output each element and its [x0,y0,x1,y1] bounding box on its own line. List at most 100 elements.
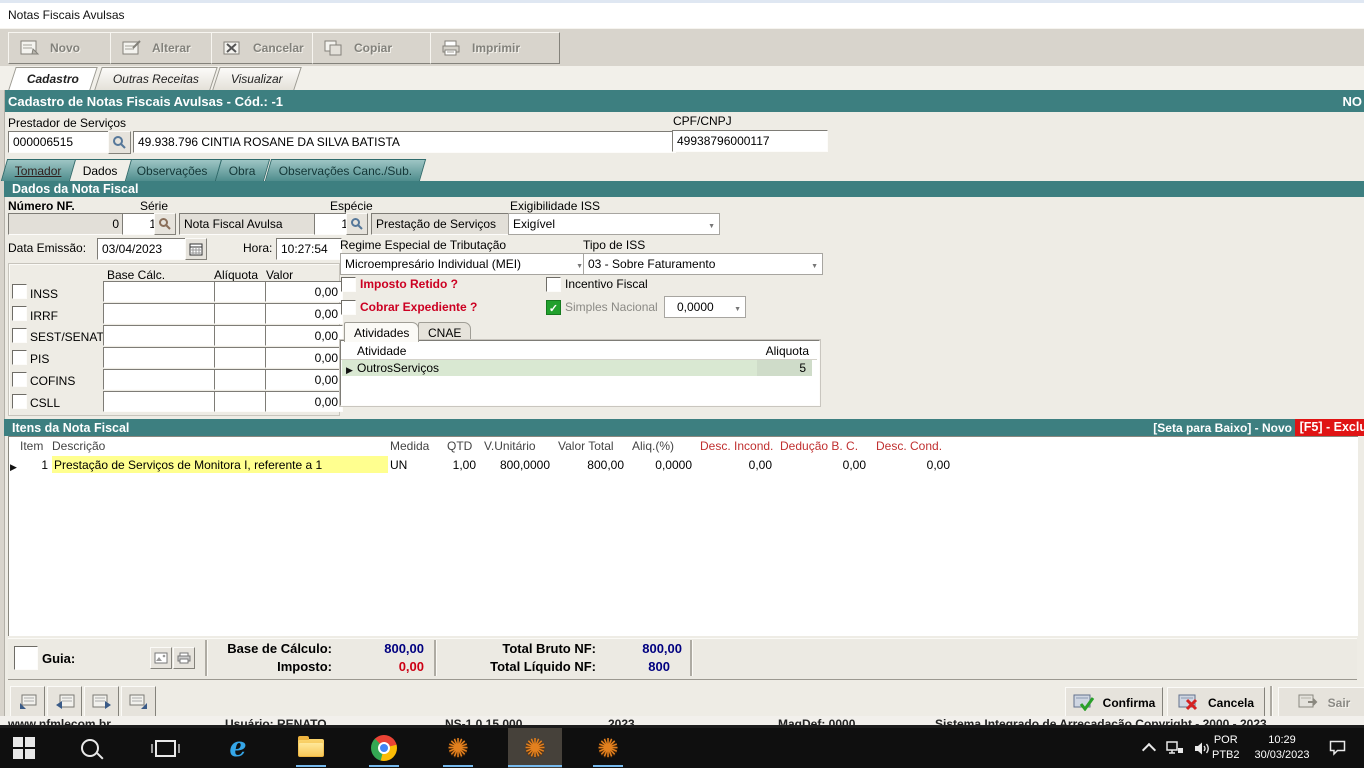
irrf-base-field[interactable] [103,303,221,324]
taskbar-search-button[interactable] [66,728,114,768]
item-cell-medida[interactable]: UN [390,456,442,473]
sest-senat-base-field[interactable] [103,325,221,346]
tab-cnae[interactable]: CNAE [418,322,471,342]
cpf-label: CPF/CNPJ [673,114,732,128]
cofins-valor-field[interactable]: 0,00 [265,369,343,390]
item-cell-deducao-bc[interactable]: 0,00 [776,456,866,473]
especie-search-button[interactable] [346,213,368,235]
tab-dados[interactable]: Dados [69,159,132,181]
pis-valor-field[interactable]: 0,00 [265,347,343,368]
item-cell-aliq[interactable]: 0,0000 [628,456,692,473]
tab-observacoes-canc-sub[interactable]: Observações Canc./Sub. [265,159,427,181]
task-view-button[interactable] [141,728,189,768]
incentivo-fiscal-checkbox[interactable] [546,277,561,292]
csll-checkbox[interactable] [12,394,27,409]
item-cell-numero[interactable]: 1 [18,456,48,473]
sest-senat-checkbox[interactable] [12,328,27,343]
fiscal-app-2-button[interactable] [511,728,559,768]
fiscal-app-1-button[interactable] [434,728,482,768]
cpf-field[interactable]: 49938796000117 [672,130,828,152]
hora-field[interactable]: 10:27:54 [276,238,342,260]
cancela-button[interactable]: Cancela [1167,687,1265,718]
tab-cadastro[interactable]: Cadastro [8,67,97,90]
tab-atividades[interactable]: Atividades [344,322,419,342]
sest-senat-valor-field[interactable]: 0,00 [265,325,343,346]
sair-button[interactable]: Sair [1278,687,1364,718]
prestador-search-button[interactable] [108,131,131,154]
imposto-retido-checkbox[interactable] [341,277,356,292]
imprimir-button[interactable]: Imprimir [430,32,560,64]
imposto-retido-label: Imposto Retido ? [360,277,458,291]
item-cell-v-unitario[interactable]: 800,0000 [478,456,550,473]
chrome-button[interactable] [360,728,408,768]
nav-last-button[interactable] [121,686,156,718]
copiar-button[interactable]: Copiar [312,32,432,64]
cofins-checkbox[interactable] [12,372,27,387]
serie-search-button[interactable] [154,213,176,235]
prestador-name-field[interactable]: 49.938.796 CINTIA ROSANE DA SILVA BATIST… [133,131,676,153]
simples-aliquota-select[interactable]: 0,0000 [664,296,746,318]
csll-base-field[interactable] [103,391,221,412]
notification-center-button[interactable] [1318,728,1358,768]
nav-next-button[interactable] [84,686,119,718]
hint-excluir: [F5] - Exclu [1295,419,1364,436]
network-tray-button[interactable] [1160,728,1190,768]
nav-prev-button[interactable] [47,686,82,718]
tab-visualizar[interactable]: Visualizar [212,67,301,90]
confirma-button[interactable]: Confirma [1065,687,1163,718]
incentivo-fiscal-label: Incentivo Fiscal [565,277,648,291]
sest-senat-aliquota-field[interactable] [214,325,272,346]
inss-aliquota-field[interactable] [214,281,272,302]
csll-valor-field[interactable]: 0,00 [265,391,343,412]
pis-base-field[interactable] [103,347,221,368]
language-indicator[interactable]: POR PTB2 [1212,733,1240,763]
irrf-checkbox[interactable] [12,306,27,321]
especie-desc-field[interactable]: Prestação de Serviços [371,213,513,235]
fiscal-app-3-button[interactable] [584,728,632,768]
serie-label: Série [140,199,168,213]
aliquota-col-header: Aliquota [766,344,809,358]
inss-base-field[interactable] [103,281,221,302]
nav-first-button[interactable] [10,686,45,718]
tab-outras-receitas[interactable]: Outras Receitas [94,67,218,90]
irrf-valor-field[interactable]: 0,00 [265,303,343,324]
cofins-base-field[interactable] [103,369,221,390]
tab-observacoes[interactable]: Observações [123,159,222,181]
atividade-row-aliquota[interactable]: 5 [757,360,812,376]
item-cell-descricao[interactable]: Prestação de Serviços de Monitora I, ref… [52,456,388,473]
item-cell-valor-total[interactable]: 800,00 [554,456,624,473]
irrf-aliquota-field[interactable] [214,303,272,324]
tab-tomador[interactable]: Tomador [1,159,76,181]
internet-explorer-button[interactable] [214,728,262,768]
prestador-code-field[interactable]: 000006515 [8,131,110,153]
guia-checkbox[interactable] [14,646,38,670]
inss-valor-field[interactable]: 0,00 [265,281,343,302]
tab-obra[interactable]: Obra [215,159,270,181]
simples-nacional-checkbox[interactable] [546,300,561,315]
clock[interactable]: 10:29 30/03/2023 [1246,733,1318,763]
item-cell-desc-incond[interactable]: 0,00 [696,456,772,473]
start-button[interactable] [0,728,48,768]
data-emissao-field[interactable]: 03/04/2023 [97,238,193,260]
cobrar-expediente-checkbox[interactable] [341,300,356,315]
guia-view-button[interactable] [150,647,172,669]
image-icon [154,652,168,664]
inss-checkbox[interactable] [12,284,27,299]
pis-checkbox[interactable] [12,350,27,365]
calendar-button[interactable] [185,238,207,260]
actions-divider [1270,686,1273,716]
exigibilidade-select[interactable]: Exigível [508,213,720,235]
guia-print-button[interactable] [173,647,195,669]
item-cell-desc-cond[interactable]: 0,00 [870,456,950,473]
toolbar: Novo Alterar Cancelar Copiar Imprimir [0,28,1364,68]
item-cell-qtd[interactable]: 1,00 [442,456,476,473]
file-explorer-button[interactable] [287,728,335,768]
numero-nf-field[interactable]: 0 [8,213,124,235]
tipo-iss-select[interactable]: 03 - Sobre Faturamento [583,253,823,275]
regime-select[interactable]: Microempresário Individual (MEI) [340,253,588,275]
pis-aliquota-field[interactable] [214,347,272,368]
serie-desc-field[interactable]: Nota Fiscal Avulsa [179,213,319,235]
csll-aliquota-field[interactable] [214,391,272,412]
cofins-aliquota-field[interactable] [214,369,272,390]
atividade-row[interactable]: OutrosServiços [342,360,757,376]
